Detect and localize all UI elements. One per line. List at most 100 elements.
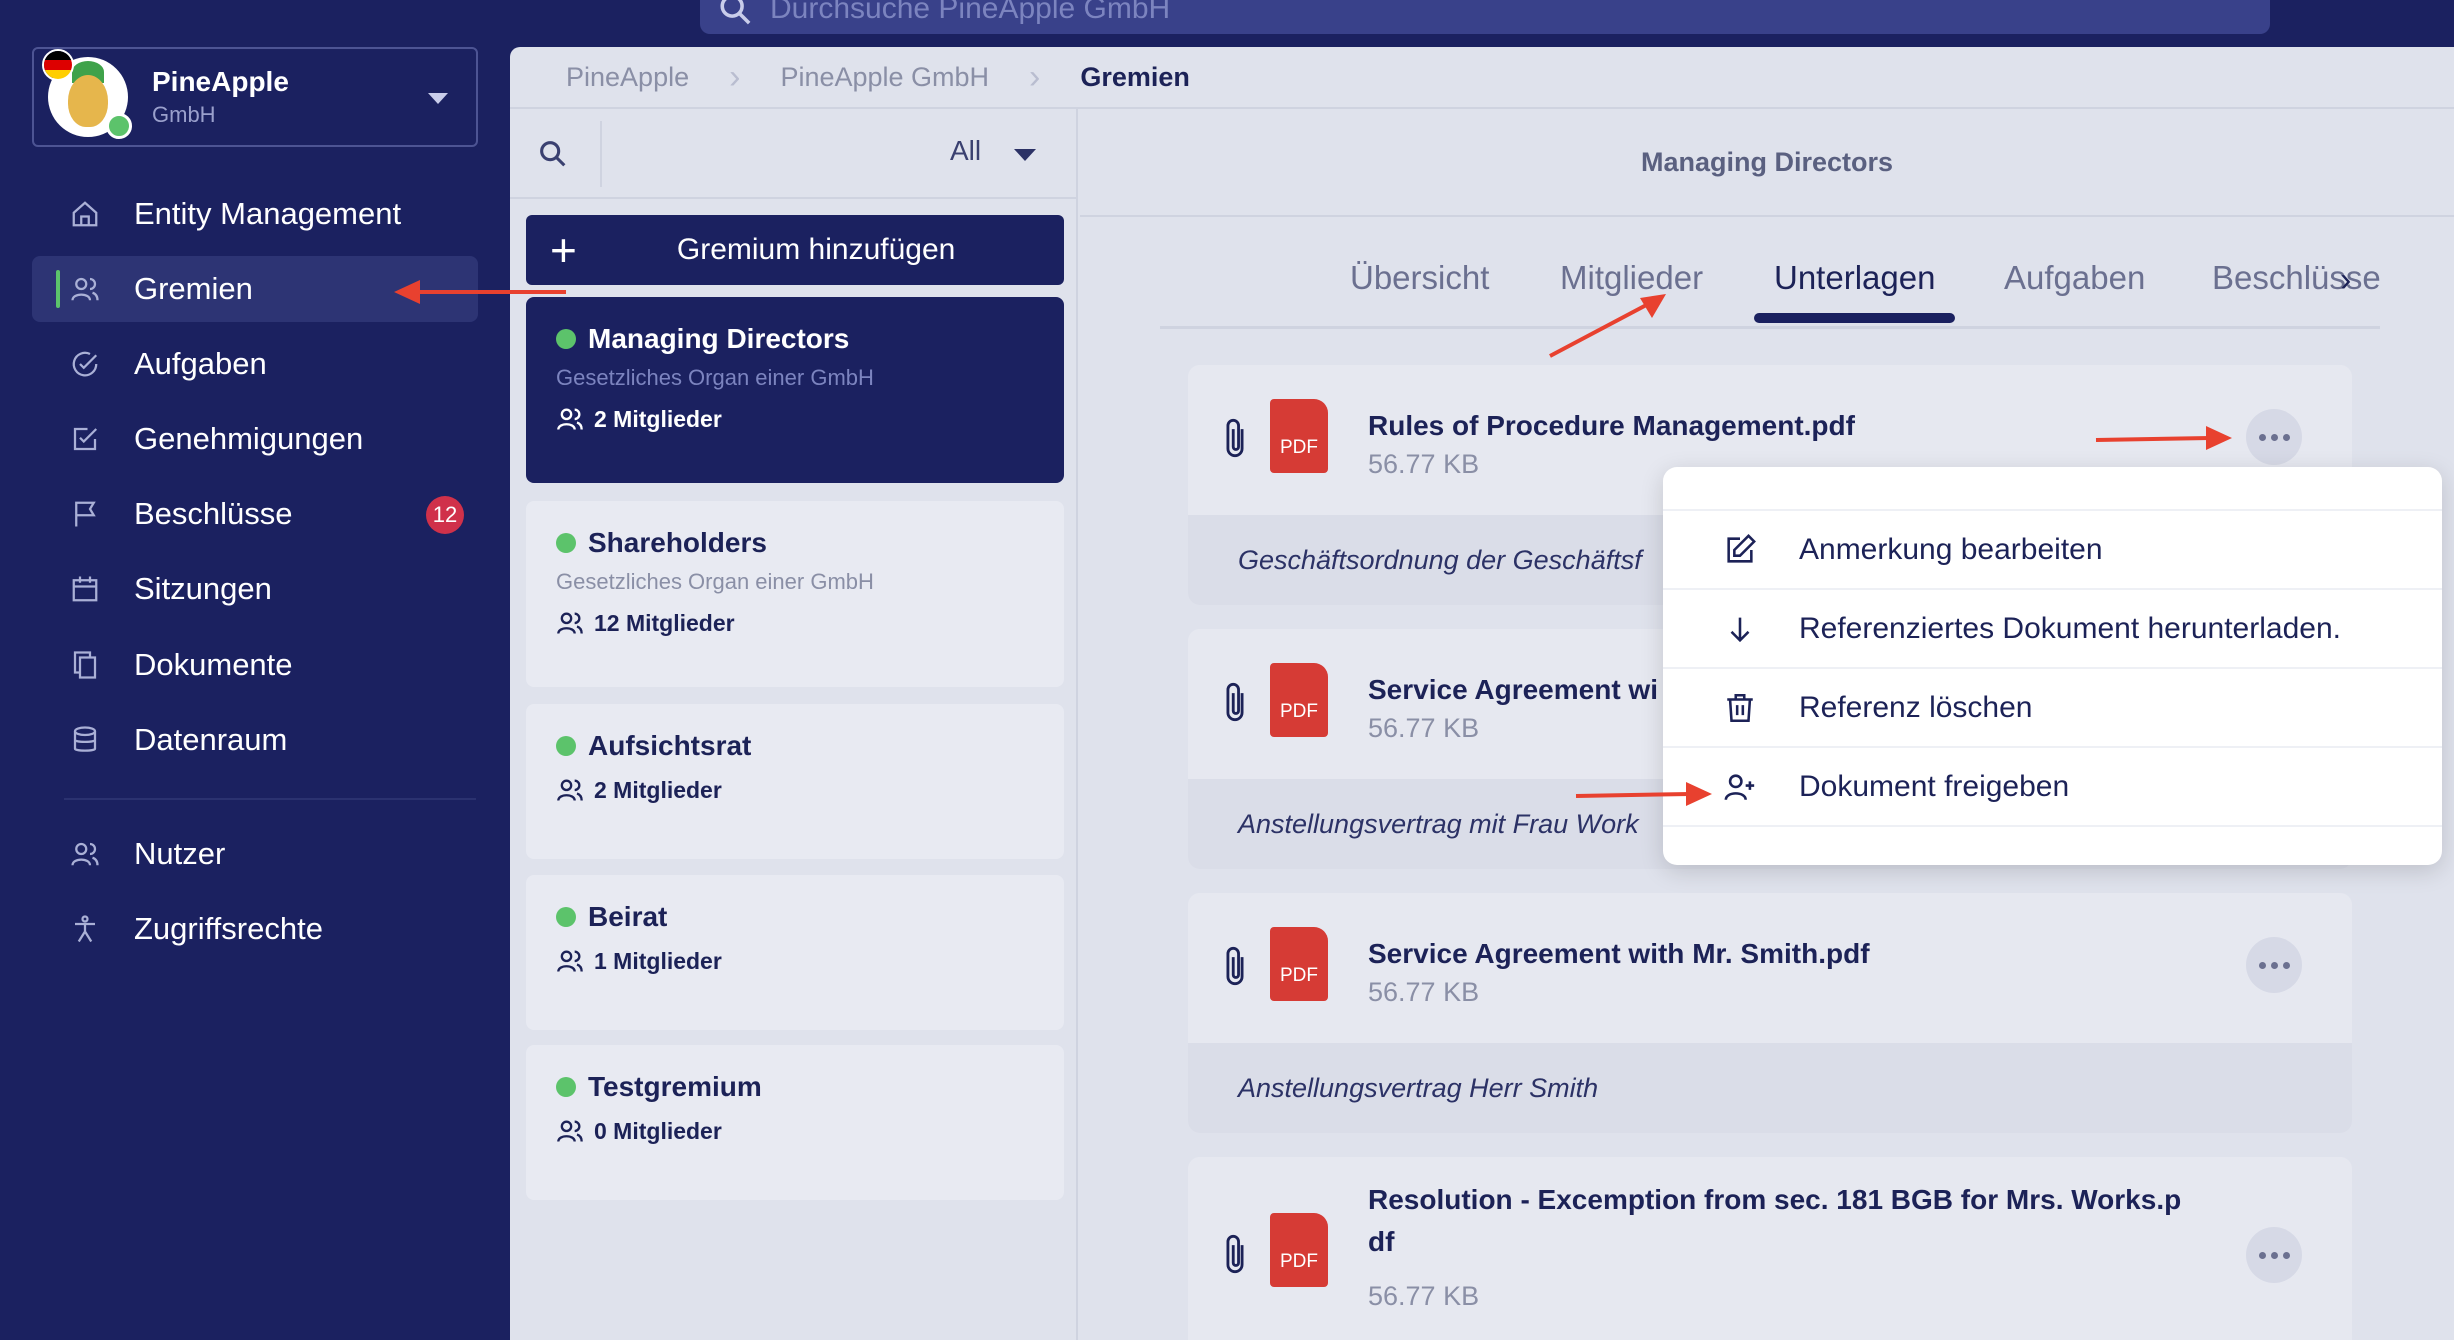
sidebar-item-beschluesse[interactable]: Beschlüsse 12 (32, 481, 478, 547)
breadcrumb-item[interactable]: PineApple GmbH (780, 62, 989, 93)
org-sub: GmbH (152, 102, 216, 127)
tab-unterlagen[interactable]: Unterlagen (1753, 259, 1956, 323)
users-icon (71, 277, 99, 301)
document-name[interactable]: Resolution - Excemption from sec. 181 BG… (1368, 1179, 2188, 1263)
sidebar-item-sitzungen[interactable]: Sitzungen (32, 556, 478, 622)
paperclip-icon (1226, 1234, 1244, 1274)
sidebar-item-zugriffsrechte[interactable]: Zugriffsrechte (32, 896, 478, 962)
pdf-file-icon: PDF (1270, 1213, 1328, 1287)
committee-name: Testgremium (588, 1071, 762, 1102)
committee-card-testgremium[interactable]: Testgremium 0 Mitglieder (526, 1045, 1064, 1200)
document-size: 56.77 KB (1368, 977, 1480, 1007)
trash-icon (1727, 693, 1753, 722)
search-placeholder: Durchsuche PineApple GmbH (770, 0, 1171, 25)
tab-uebersicht[interactable]: Übersicht (1350, 259, 1489, 297)
users-icon (557, 408, 583, 430)
committee-name: Shareholders (588, 527, 767, 558)
annotation-arrow-icon (394, 280, 566, 304)
user-plus-icon (1724, 773, 1755, 800)
committee-list-panel: All + Gremium hinzufügen Managing Direct… (510, 109, 1078, 1340)
sidebar-item-datenraum[interactable]: Datenraum (32, 707, 478, 773)
document-name[interactable]: Service Agreement with Mr. Smith.pdf (1368, 933, 2188, 975)
status-dot (556, 533, 576, 553)
sidebar-item-label: Zugriffsrechte (134, 911, 323, 946)
pdf-file-icon: PDF (1270, 927, 1328, 1001)
notification-badge: 12 (426, 496, 464, 534)
sidebar-item-genehmigungen[interactable]: Genehmigungen (32, 406, 478, 472)
paperclip-icon (1226, 682, 1244, 722)
committee-card-managing-directors[interactable]: Managing Directors Gesetzliches Organ ei… (526, 297, 1064, 483)
pdf-file-icon: PDF (1270, 663, 1328, 737)
committee-card-beirat[interactable]: Beirat 1 Mitglieder (526, 875, 1064, 1030)
sidebar-item-label: Genehmigungen (134, 421, 364, 456)
users-icon (557, 950, 583, 972)
more-options-button[interactable] (2246, 937, 2302, 993)
sidebar-item-nutzer[interactable]: Nutzer (32, 821, 478, 887)
menu-item-label: Referenz löschen (1799, 690, 2033, 724)
more-options-button[interactable] (2246, 1227, 2302, 1283)
committee-card-shareholders[interactable]: Shareholders Gesetzliches Organ einer Gm… (526, 501, 1064, 687)
menu-item-edit-note[interactable]: Anmerkung bearbeiten (1663, 511, 2442, 590)
sidebar-item-dokumente[interactable]: Dokumente (32, 632, 478, 698)
status-dot (556, 907, 576, 927)
committee-name: Beirat (588, 901, 668, 932)
paperclip-icon (1226, 946, 1244, 986)
search-icon[interactable] (536, 137, 570, 171)
org-name: PineApple (152, 66, 289, 97)
org-logo (42, 49, 132, 139)
arrow-down-icon (1730, 617, 1750, 642)
menu-item-download[interactable]: Referenziertes Dokument herunterladen. (1663, 590, 2442, 669)
chevron-right-icon: › (1029, 57, 1041, 96)
divider (600, 121, 602, 187)
chevron-down-icon[interactable] (1014, 149, 1036, 161)
sidebar-item-label: Aufgaben (134, 346, 267, 381)
sidebar-divider (64, 798, 476, 800)
sidebar-item-entity-management[interactable]: Entity Management (32, 181, 478, 247)
menu-item-label: Dokument freigeben (1799, 769, 2070, 803)
check-circle-icon (72, 351, 98, 377)
document-note: Anstellungsvertrag Herr Smith (1188, 1043, 2352, 1133)
paperclip-icon (1226, 418, 1244, 458)
sidebar-item-label: Entity Management (134, 196, 402, 231)
more-options-button[interactable] (2246, 409, 2302, 465)
pdf-file-icon: PDF (1270, 399, 1328, 473)
committee-desc: Gesetzliches Organ einer GmbH (556, 569, 874, 594)
org-switcher[interactable]: PineApple GmbH (32, 47, 478, 147)
sidebar-item-label: Datenraum (134, 722, 288, 757)
add-committee-button[interactable]: + Gremium hinzufügen (526, 215, 1064, 285)
users-icon (71, 842, 99, 866)
sidebar-item-aufgaben[interactable]: Aufgaben (32, 331, 478, 397)
sidebar-item-label: Dokumente (134, 647, 293, 682)
committee-filter-bar: All (510, 109, 1078, 199)
committee-desc: Gesetzliches Organ einer GmbH (556, 365, 874, 390)
database-icon (73, 726, 97, 752)
annotation-arrow-icon (1549, 294, 1666, 358)
committee-card-aufsichtsrat[interactable]: Aufsichtsrat 2 Mitglieder (526, 704, 1064, 859)
menu-item-label: Referenziertes Dokument herunterladen. (1799, 611, 2341, 645)
tab-beschluesse[interactable]: Beschlüsse (2212, 259, 2381, 297)
chevron-down-icon (428, 93, 448, 104)
annotation-arrow-icon (1575, 782, 1712, 806)
users-icon (557, 779, 583, 801)
document-size: 56.77 KB (1368, 1281, 1480, 1311)
sidebar: PineApple GmbH Entity Management Gremien… (0, 0, 510, 1340)
menu-item-share-document[interactable]: Dokument freigeben (1663, 748, 2442, 827)
calendar-icon (72, 576, 98, 602)
germany-flag-icon (42, 49, 74, 81)
document-name[interactable]: Rules of Procedure Management.pdf (1368, 405, 2188, 447)
filter-select[interactable]: All (950, 135, 981, 167)
home-icon (72, 201, 98, 227)
document-context-menu: Anmerkung bearbeiten Referenziertes Doku… (1663, 467, 2442, 865)
sidebar-item-label: Gremien (134, 271, 253, 306)
document-size: 56.77 KB (1368, 713, 1480, 743)
status-dot (556, 736, 576, 756)
global-search-bar[interactable]: Durchsuche PineApple GmbH (700, 0, 2270, 34)
annotation-arrow-icon (2095, 426, 2232, 450)
committee-name: Aufsichtsrat (588, 730, 752, 761)
status-dot (556, 329, 576, 349)
breadcrumb-item[interactable]: PineApple (566, 62, 689, 93)
tab-aufgaben[interactable]: Aufgaben (2004, 259, 2145, 297)
chevron-right-icon[interactable]: › (2340, 261, 2351, 300)
status-dot (556, 1077, 576, 1097)
menu-item-delete-reference[interactable]: Referenz löschen (1663, 669, 2442, 748)
